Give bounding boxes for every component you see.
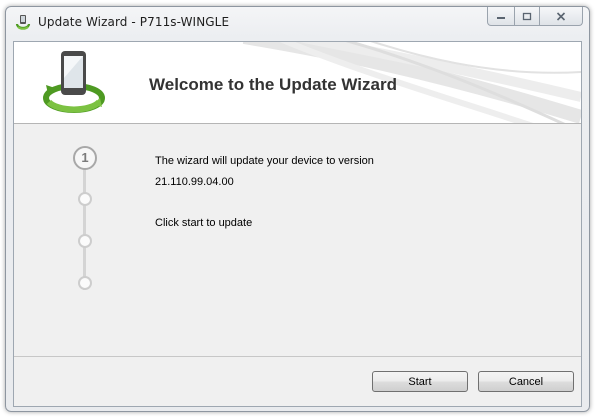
intro-text: The wizard will update your device to ve… bbox=[155, 155, 374, 167]
page-title: Welcome to the Update Wizard bbox=[149, 75, 397, 94]
wizard-client-area: Welcome to the Update Wizard 1 The wizar… bbox=[13, 41, 582, 407]
start-button[interactable]: Start bbox=[372, 371, 468, 392]
footer-divider bbox=[14, 356, 581, 357]
wizard-header: Welcome to the Update Wizard bbox=[14, 42, 581, 124]
close-button[interactable] bbox=[540, 7, 583, 26]
minimize-button[interactable] bbox=[487, 7, 515, 26]
version-number: 21.110.99.04.00 bbox=[155, 176, 234, 188]
step-connector-line bbox=[83, 168, 86, 290]
close-icon bbox=[556, 11, 566, 21]
minimize-icon bbox=[497, 17, 505, 19]
maximize-button[interactable] bbox=[515, 7, 540, 26]
window-controls bbox=[487, 7, 583, 27]
step-3-dot bbox=[78, 234, 92, 248]
phone-sync-icon bbox=[43, 51, 105, 113]
step-4-dot bbox=[78, 276, 92, 290]
maximize-icon bbox=[522, 12, 532, 20]
step-2-dot bbox=[78, 192, 92, 206]
window-title: Update Wizard - P711s-WINGLE bbox=[38, 15, 230, 29]
app-icon bbox=[15, 15, 31, 30]
step-1-current: 1 bbox=[73, 146, 97, 170]
cancel-button[interactable]: Cancel bbox=[478, 371, 574, 392]
update-wizard-window: Update Wizard - P711s-WINGLE Welcome to … bbox=[5, 6, 590, 412]
instruction-text: Click start to update bbox=[155, 217, 253, 229]
step-indicator: 1 bbox=[73, 146, 97, 296]
title-bar[interactable]: Update Wizard - P711s-WINGLE bbox=[6, 7, 589, 37]
